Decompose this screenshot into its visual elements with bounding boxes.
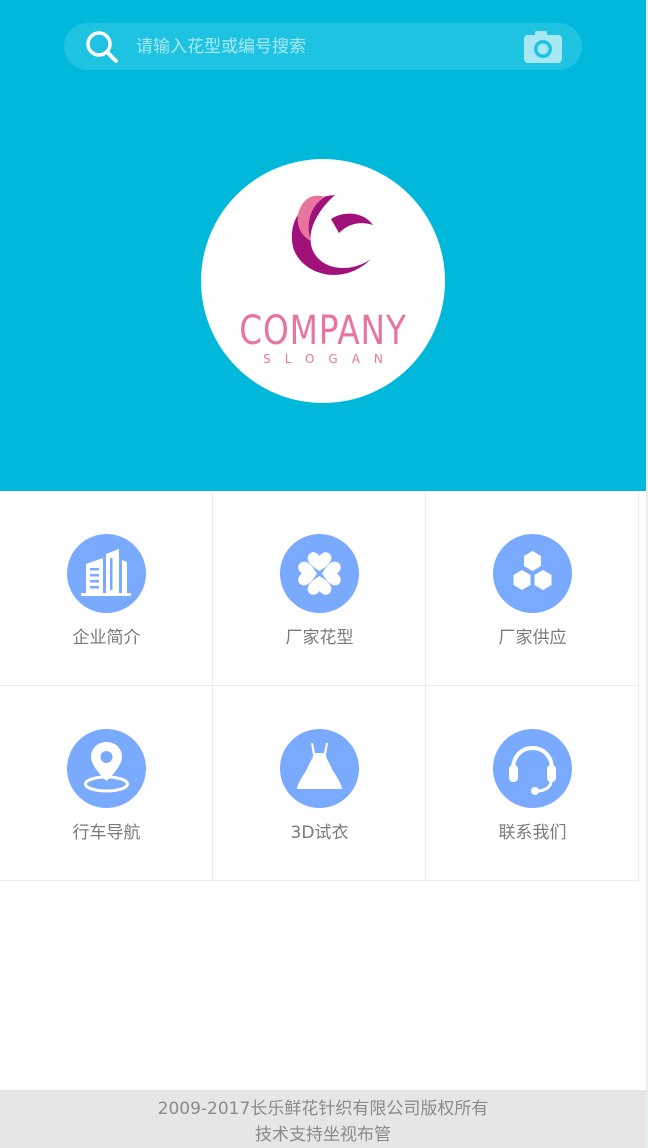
- menu-item-navigation[interactable]: 行车导航: [0, 686, 213, 881]
- clover-icon: [298, 552, 341, 595]
- search-icon[interactable]: [84, 29, 120, 65]
- logo-wordmark: COMPANY: [239, 308, 407, 354]
- search-input[interactable]: [136, 29, 496, 64]
- menu-item-patterns[interactable]: 厂家花型: [213, 491, 426, 686]
- search-bar[interactable]: [64, 23, 582, 70]
- menu-grid: 企业简介 厂家花型 厂家供应 行车导航 3D试衣 联系我们: [0, 491, 640, 881]
- menu-label: 厂家供应: [498, 628, 567, 648]
- menu-item-contact[interactable]: 联系我们: [426, 686, 639, 881]
- header-banner: COMPANY SLOGAN: [0, 0, 646, 491]
- footer-tech-support: 技术支持坐视布管: [255, 1125, 391, 1145]
- menu-item-company-intro[interactable]: 企业简介: [0, 491, 213, 686]
- menu-item-3d-fitting[interactable]: 3D试衣: [213, 686, 426, 881]
- menu-label: 联系我们: [498, 823, 567, 843]
- menu-label: 企业简介: [72, 628, 141, 648]
- hexagons-icon: [513, 551, 552, 590]
- menu-item-supply[interactable]: 厂家供应: [426, 491, 639, 686]
- footer: 2009-2017长乐鲜花针织有限公司版权所有 技术支持坐视布管: [0, 1090, 646, 1148]
- logo-slogan: SLOGAN: [263, 352, 397, 366]
- menu-label: 3D试衣: [290, 823, 349, 843]
- footer-copyright: 2009-2017长乐鲜花针织有限公司版权所有: [157, 1099, 489, 1119]
- dress-icon: [297, 743, 342, 789]
- location-pin-icon: [84, 742, 129, 793]
- menu-label: 行车导航: [72, 823, 141, 843]
- headset-icon: [509, 745, 556, 795]
- logo-mark-icon: [291, 195, 373, 275]
- company-logo: COMPANY SLOGAN: [201, 159, 445, 403]
- camera-icon[interactable]: [523, 30, 563, 64]
- menu-label: 厂家花型: [285, 628, 354, 648]
- building-icon: [81, 549, 131, 596]
